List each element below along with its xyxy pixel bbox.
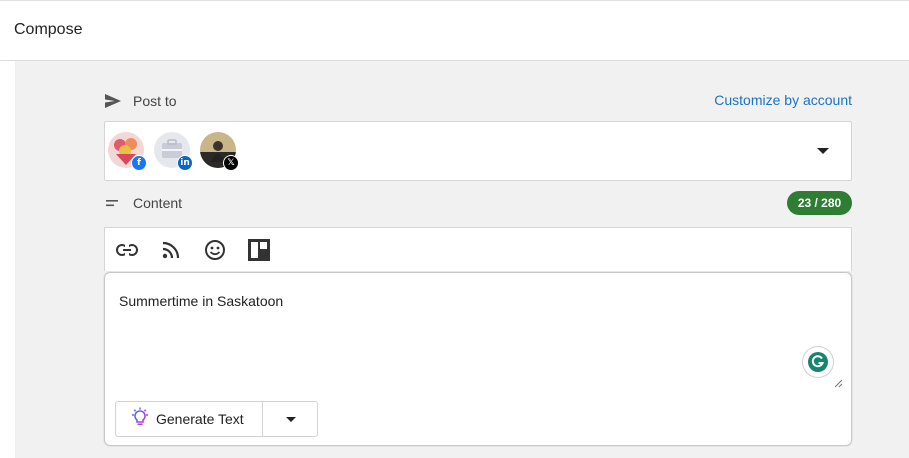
chevron-down-icon [286,417,296,422]
rss-icon[interactable] [159,238,183,262]
content-label-row: Content [104,194,182,212]
generate-text-label: Generate Text [156,411,244,427]
send-icon [104,92,122,110]
x-icon: 𝕏 [223,155,239,171]
short-text-icon [104,194,122,212]
facebook-icon: f [131,155,147,171]
account-dropdown-icon[interactable] [817,148,829,154]
post-to-label-row: Post to [104,92,177,110]
content-toolbar [104,227,852,271]
account-selector[interactable]: f in 𝕏 [104,121,852,181]
account-avatar-linkedin[interactable]: in [154,132,193,171]
content-label: Content [133,195,183,211]
generate-text-button[interactable]: Generate Text [115,401,263,437]
character-counter-badge: 23 / 280 [787,191,852,215]
lightbulb-icon [130,407,150,432]
post-text[interactable]: Summertime in Saskatoon [119,293,283,309]
customize-by-account-link[interactable]: Customize by account [714,92,852,108]
linkedin-icon: in [177,155,193,171]
compose-header: Compose [0,0,909,61]
link-icon[interactable] [115,238,139,262]
generate-options-dropdown[interactable] [262,401,318,437]
account-avatar-x[interactable]: 𝕏 [200,132,239,171]
page-title: Compose [14,21,83,38]
grammarly-icon[interactable] [803,347,833,377]
account-avatar-facebook[interactable]: f [108,132,147,171]
post-to-label: Post to [133,93,177,109]
left-gutter [0,61,15,458]
layout-icon[interactable] [247,238,271,262]
content-editor[interactable]: Summertime in Saskatoon Generate Text [104,272,852,446]
resize-handle-icon[interactable] [833,375,843,388]
emoji-icon[interactable] [203,238,227,262]
